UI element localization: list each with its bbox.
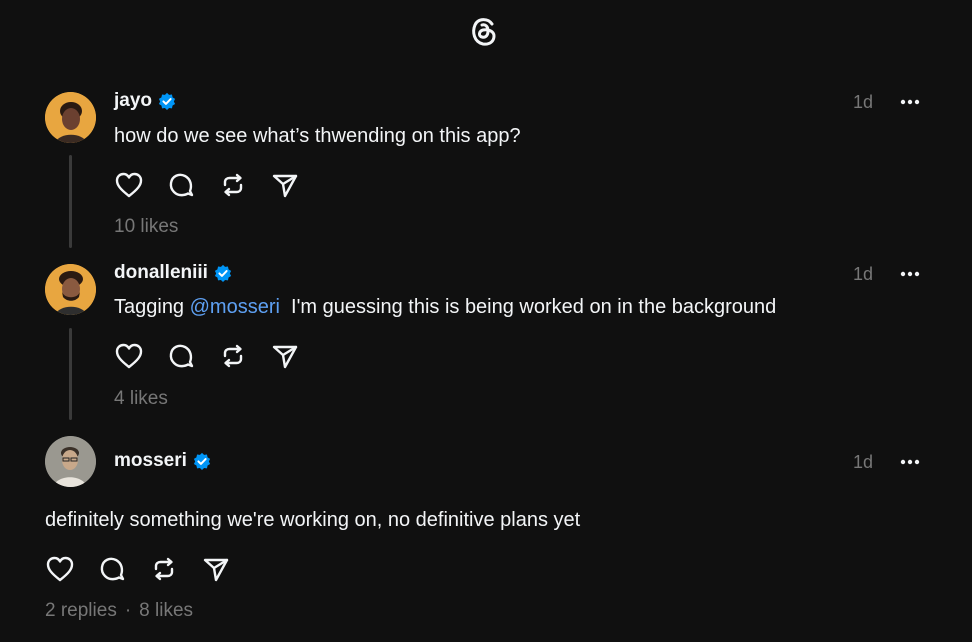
username[interactable]: donalleniii xyxy=(114,262,232,284)
comment-icon[interactable] xyxy=(166,341,196,371)
more-dots-icon[interactable] xyxy=(898,450,922,474)
post-text: Tagging @mosseri I'm guessing this is be… xyxy=(114,296,776,319)
post-actions xyxy=(114,341,300,371)
more-dots-icon[interactable] xyxy=(898,90,922,114)
likes-count[interactable]: 10 likes xyxy=(114,216,178,238)
post-text: how do we see what’s thwending on this a… xyxy=(114,125,521,147)
comment-icon[interactable] xyxy=(166,170,196,200)
username-label: donalleniii xyxy=(114,262,208,283)
likes-count[interactable]: 4 likes xyxy=(114,388,168,410)
post-meta: 2 replies · 8 likes xyxy=(45,600,193,622)
comment-icon[interactable] xyxy=(97,554,127,584)
post-time: 1d xyxy=(853,452,874,472)
post-time: 1d xyxy=(853,264,874,284)
avatar[interactable] xyxy=(45,264,96,315)
repost-icon[interactable] xyxy=(218,170,248,200)
heart-icon[interactable] xyxy=(114,341,144,371)
post-text: definitely something we're working on, n… xyxy=(45,509,581,531)
thread-line xyxy=(69,328,72,420)
likes-count[interactable]: 8 likes xyxy=(139,600,193,621)
heart-icon[interactable] xyxy=(45,554,75,584)
username-label: mosseri xyxy=(114,450,187,471)
send-icon[interactable] xyxy=(270,170,300,200)
username-label: jayo xyxy=(114,90,153,111)
avatar[interactable] xyxy=(45,436,96,487)
avatar[interactable] xyxy=(45,92,96,143)
threads-logo-icon[interactable] xyxy=(466,14,502,50)
repost-icon[interactable] xyxy=(218,341,248,371)
replies-count[interactable]: 2 replies xyxy=(45,600,117,621)
more-dots-icon[interactable] xyxy=(898,262,922,286)
verified-badge-icon xyxy=(193,452,210,470)
mention-link[interactable]: @mosseri xyxy=(190,296,280,318)
post-text-prefix: Tagging xyxy=(114,296,190,318)
thread-line xyxy=(69,155,72,248)
send-icon[interactable] xyxy=(270,341,300,371)
post-actions xyxy=(114,170,300,200)
repost-icon[interactable] xyxy=(149,554,179,584)
post-time: 1d xyxy=(853,92,874,112)
meta-separator: · xyxy=(124,600,132,621)
verified-badge-icon xyxy=(214,264,232,282)
username[interactable]: mosseri xyxy=(114,450,211,472)
verified-badge-icon xyxy=(158,92,176,110)
post-text-suffix: I'm guessing this is being worked on in … xyxy=(279,296,777,318)
heart-icon[interactable] xyxy=(114,170,144,200)
send-icon[interactable] xyxy=(201,554,231,584)
username[interactable]: jayo xyxy=(114,90,176,112)
post-actions xyxy=(45,554,231,584)
